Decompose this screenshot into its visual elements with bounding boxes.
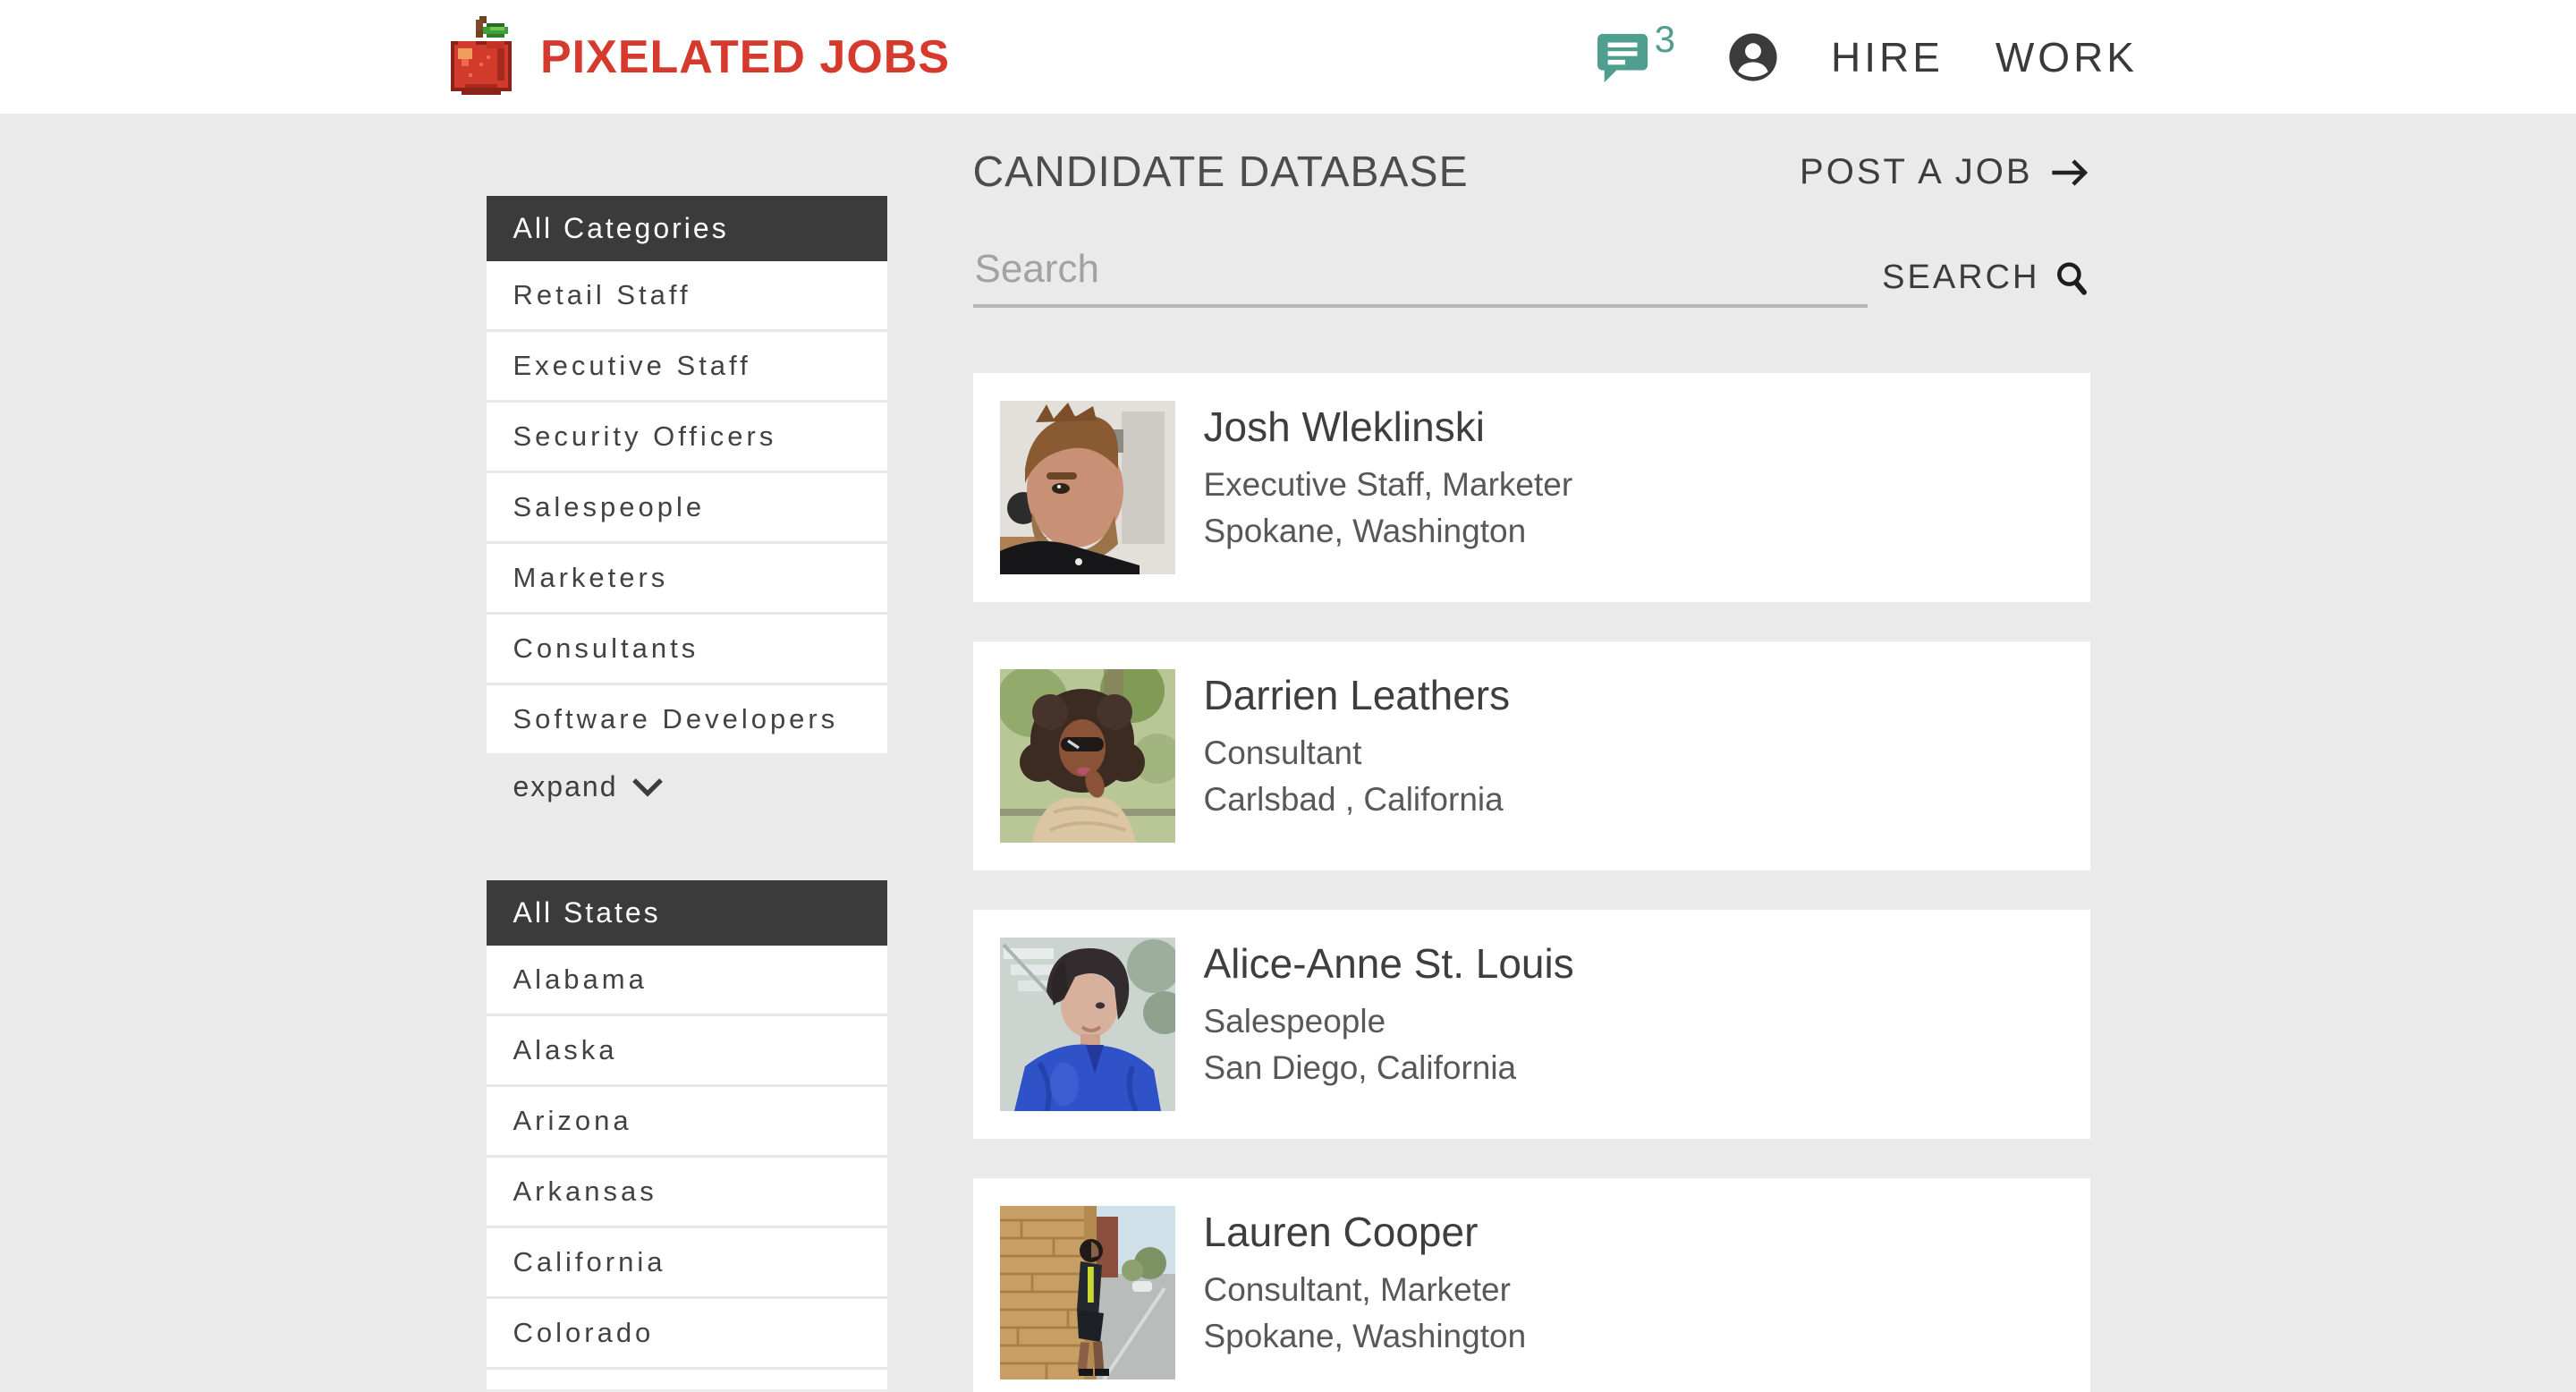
state-item-arkansas[interactable]: Arkansas	[487, 1155, 887, 1226]
candidate-card-lauren-cooper[interactable]: Lauren Cooper Consultant, Marketer Spoka…	[973, 1178, 2090, 1392]
candidate-name: Darrien Leathers	[1204, 669, 1511, 721]
category-item-executive-staff[interactable]: Executive Staff	[487, 329, 887, 400]
candidate-name: Alice-Anne St. Louis	[1204, 938, 1574, 989]
state-item-alabama[interactable]: Alabama	[487, 946, 887, 1014]
candidate-roles: Executive Staff, Marketer	[1204, 462, 1573, 508]
search-input[interactable]	[973, 247, 1868, 308]
nav-hire-link[interactable]: HIRE	[1831, 33, 1944, 81]
messages-button[interactable]: 3	[1594, 30, 1675, 84]
state-item-arizona[interactable]: Arizona	[487, 1084, 887, 1155]
candidate-roles: Consultant, Marketer	[1204, 1267, 1527, 1313]
candidate-location: Carlsbad , California	[1204, 777, 1511, 823]
filters-sidebar: All Categories Retail Staff Executive St…	[487, 196, 887, 1392]
category-item-marketers[interactable]: Marketers	[487, 541, 887, 612]
state-item-partial[interactable]	[487, 1367, 887, 1389]
states-filter-block: All States Alabama Alaska Arizona Arkans…	[487, 880, 887, 1389]
chevron-down-icon	[631, 777, 664, 797]
search-button-label: SEARCH	[1882, 259, 2039, 297]
post-a-job-label: POST A JOB	[1800, 152, 2032, 192]
nav-work-link[interactable]: WORK	[1996, 33, 2138, 81]
account-icon	[1727, 31, 1779, 83]
category-item-software-developers[interactable]: Software Developers	[487, 683, 887, 753]
candidate-database-panel: CANDIDATE DATABASE POST A JOB SEARCH	[973, 114, 2090, 1392]
candidate-list: Josh Wleklinski Executive Staff, Markete…	[973, 373, 2090, 1392]
candidate-photo	[1000, 1206, 1175, 1379]
candidate-photo	[1000, 669, 1175, 843]
search-bar: SEARCH	[973, 247, 2090, 308]
categories-list: Retail Staff Executive Staff Security Of…	[487, 261, 887, 753]
category-item-retail-staff[interactable]: Retail Staff	[487, 261, 887, 329]
apple-logo-icon	[444, 15, 519, 99]
candidate-location: San Diego, California	[1204, 1045, 1574, 1091]
brand-name: PIXELATED JOBS	[540, 30, 950, 84]
candidate-photo	[1000, 938, 1175, 1111]
states-list: Alabama Alaska Arizona Arkansas Californ…	[487, 946, 887, 1389]
candidate-roles: Salespeople	[1204, 998, 1574, 1045]
candidate-card-josh-wleklinski[interactable]: Josh Wleklinski Executive Staff, Markete…	[973, 373, 2090, 602]
account-button[interactable]	[1727, 31, 1779, 83]
filter-all-categories[interactable]: All Categories	[487, 196, 887, 261]
state-item-alaska[interactable]: Alaska	[487, 1014, 887, 1084]
category-item-salespeople[interactable]: Salespeople	[487, 471, 887, 541]
chat-icon	[1594, 30, 1653, 84]
category-item-security-officers[interactable]: Security Officers	[487, 400, 887, 471]
candidate-name: Lauren Cooper	[1204, 1206, 1527, 1258]
search-button[interactable]: SEARCH	[1882, 259, 2089, 308]
candidate-card-darrien-leathers[interactable]: Darrien Leathers Consultant Carlsbad , C…	[973, 641, 2090, 870]
page-title: CANDIDATE DATABASE	[973, 148, 1469, 197]
candidate-photo	[1000, 401, 1175, 574]
candidate-location: Spokane, Washington	[1204, 1313, 1527, 1360]
header-nav: 3 HIRE WORK	[1594, 30, 2138, 84]
state-item-colorado[interactable]: Colorado	[487, 1296, 887, 1367]
candidate-location: Spokane, Washington	[1204, 508, 1573, 555]
search-icon	[2053, 259, 2090, 297]
messages-count-badge: 3	[1655, 18, 1675, 61]
state-item-california[interactable]: California	[487, 1226, 887, 1296]
candidate-roles: Consultant	[1204, 730, 1511, 777]
categories-filter-block: All Categories Retail Staff Executive St…	[487, 196, 887, 820]
expand-categories-button[interactable]: expand	[487, 753, 887, 820]
category-item-consultants[interactable]: Consultants	[487, 612, 887, 683]
candidate-name: Josh Wleklinski	[1204, 401, 1573, 453]
arrow-right-icon	[2049, 157, 2090, 188]
post-a-job-link[interactable]: POST A JOB	[1800, 152, 2089, 192]
filter-all-states[interactable]: All States	[487, 880, 887, 946]
content-area: All Categories Retail Staff Executive St…	[487, 114, 2090, 1392]
expand-label: expand	[513, 770, 618, 803]
top-header: PIXELATED JOBS 3 HIRE WORK	[0, 0, 2576, 114]
brand-logo[interactable]: PIXELATED JOBS	[444, 15, 950, 99]
candidate-card-alice-anne-st-louis[interactable]: Alice-Anne St. Louis Salespeople San Die…	[973, 910, 2090, 1139]
